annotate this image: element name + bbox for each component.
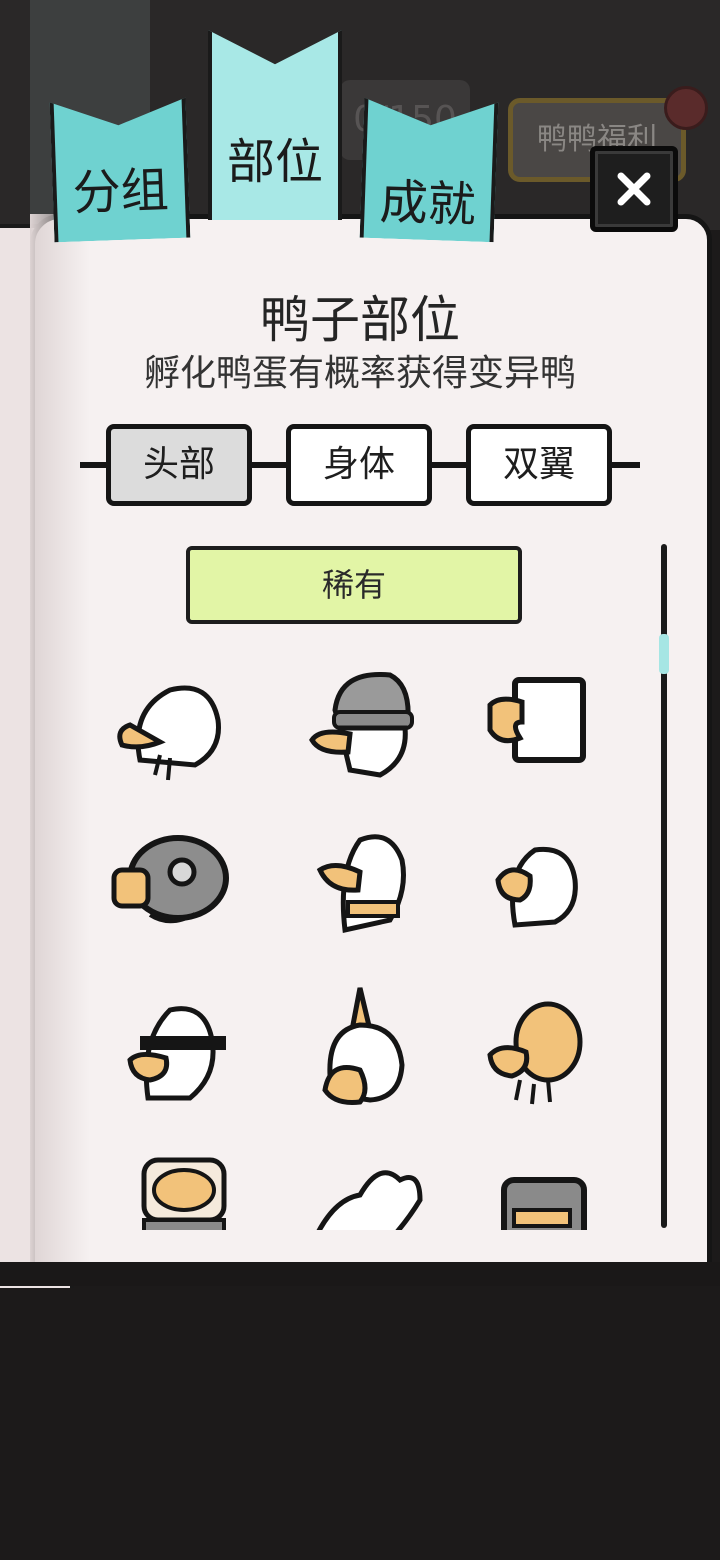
gas-mask-duck-head-icon	[111, 835, 229, 924]
eagle-duck-head-icon	[495, 846, 578, 928]
bald-duck-head-icon	[487, 1001, 583, 1105]
beanie-duck-head-icon	[309, 671, 414, 778]
part-item[interactable]	[100, 810, 240, 950]
tab-label: 成就	[378, 174, 477, 234]
close-icon	[617, 172, 651, 206]
part-item[interactable]	[100, 980, 240, 1120]
flame-hair-duck-head-icon	[316, 1170, 423, 1230]
part-item[interactable]	[290, 980, 430, 1120]
rarity-banner: 稀有	[186, 546, 522, 624]
scrollbar-thumb[interactable]	[659, 634, 669, 674]
part-item[interactable]	[100, 1140, 240, 1230]
segment-body[interactable]: 身体	[286, 424, 432, 506]
part-item[interactable]	[460, 650, 600, 790]
part-item[interactable]	[100, 650, 240, 790]
brain-jar-duck-head-icon	[141, 1157, 227, 1230]
old-duck-head-icon	[117, 685, 222, 781]
part-item[interactable]	[290, 1140, 430, 1230]
game-screen: 0/150 鸭鸭福利 分组 成就 部位 鸭子部位 孵化鸭蛋有概率获得变异鸭 头部…	[0, 0, 720, 1560]
panel-bottom-edge	[0, 1262, 720, 1286]
part-item[interactable]	[460, 980, 600, 1120]
part-item[interactable]	[460, 1140, 600, 1230]
notification-dot	[664, 86, 708, 130]
tab-label: 部位	[226, 134, 323, 190]
knight-helmet-duck-head-icon	[501, 1177, 587, 1230]
close-button[interactable]	[590, 146, 678, 232]
panel-title: 鸭子部位	[260, 291, 460, 349]
segment-wings[interactable]: 双翼	[466, 424, 612, 506]
tab-label: 分组	[71, 162, 170, 222]
parts-grid[interactable]	[90, 640, 650, 1230]
sunglasses-duck-head-icon	[127, 1006, 226, 1101]
segment-head[interactable]: 头部	[106, 424, 252, 506]
part-item[interactable]	[290, 650, 430, 790]
collar-duck-head-icon	[316, 834, 406, 934]
unicorn-duck-head-icon	[322, 987, 405, 1105]
part-item[interactable]	[460, 810, 600, 950]
panel-subtitle: 孵化鸭蛋有概率获得变异鸭	[143, 353, 576, 394]
part-item[interactable]	[290, 810, 430, 950]
box-duck-head-icon	[487, 677, 586, 763]
